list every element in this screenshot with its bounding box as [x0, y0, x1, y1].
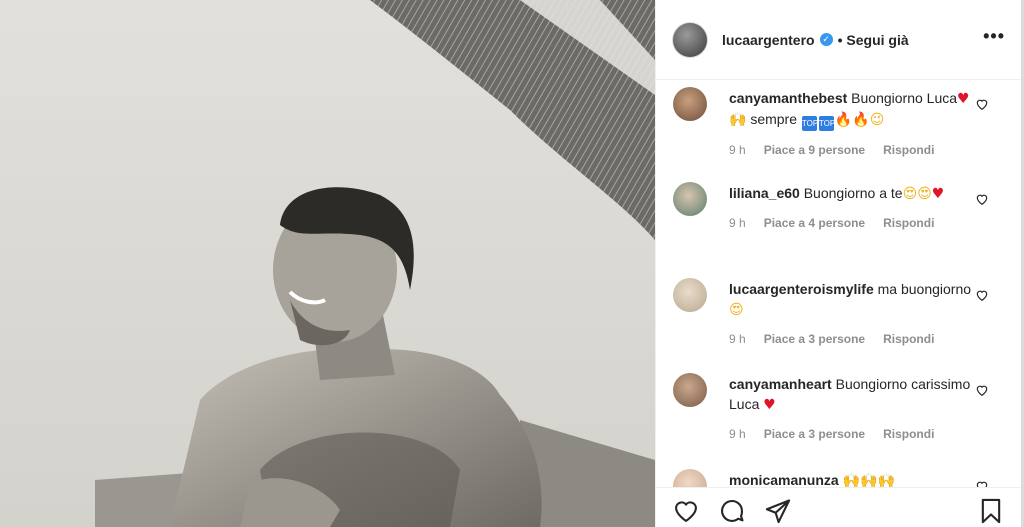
- post-image: [0, 0, 655, 527]
- comment-item: canyamanthebest Buongiorno Luca♥ 🙌 sempre…: [656, 81, 1021, 176]
- author-avatar[interactable]: [672, 21, 708, 58]
- comment-text: liliana_e60 Buongiorno a te😍😍♥: [729, 176, 977, 204]
- heart-outline-icon[interactable]: [672, 497, 700, 525]
- small-heart-icon[interactable]: [975, 192, 989, 206]
- author-username[interactable]: lucaargentero: [722, 32, 815, 48]
- comment-likes[interactable]: Piace a 3 persone: [764, 332, 865, 346]
- more-options-icon[interactable]: •••: [983, 26, 1005, 53]
- fire-icon: 🔥: [852, 112, 870, 128]
- verified-icon: ✓: [819, 33, 833, 46]
- comment-username[interactable]: canyamanheart: [729, 376, 832, 392]
- heart-eyes-icon: 😍: [729, 302, 744, 318]
- comment-likes[interactable]: Piace a 3 persone: [764, 427, 865, 441]
- follow-status-label: Segui già: [846, 31, 909, 48]
- comment-body: Buongiorno Luca: [851, 90, 958, 106]
- comment-text: canyamanheart Buongiorno carissimo Luca …: [729, 367, 977, 415]
- post-photo[interactable]: [0, 0, 655, 527]
- reply-button[interactable]: Rispondi: [883, 143, 934, 157]
- raised-hands-icon: 🙌: [729, 112, 747, 128]
- reply-button[interactable]: Rispondi: [883, 216, 934, 230]
- comment-text: canyamanthebest Buongiorno Luca♥ 🙌 sempre…: [729, 81, 977, 131]
- top-badge-icon: TOP: [801, 116, 818, 131]
- comment-body-2: sempre: [746, 111, 801, 127]
- heart-eyes-icon: 😍: [917, 186, 932, 202]
- comment-meta: 9 h Piace a 4 persone Rispondi: [729, 216, 977, 230]
- raised-hands-icon: 🙌: [877, 473, 895, 487]
- comment-body: ma buongiorno: [877, 281, 972, 297]
- comment-text: monicamanunza 🙌🙌🙌: [729, 463, 977, 487]
- commenter-avatar[interactable]: [673, 469, 707, 487]
- comment-bubble-icon[interactable]: [718, 497, 746, 525]
- comments-list[interactable]: canyamanthebest Buongiorno Luca♥🙌 sempre…: [656, 81, 1021, 487]
- comment-username[interactable]: liliana_e60: [729, 185, 800, 201]
- post-sidebar: lucaargentero ✓ • Segui già ••• canyaman…: [655, 0, 1022, 527]
- comment-meta: 9 h Piace a 3 persone Rispondi: [729, 427, 977, 441]
- comment-likes[interactable]: Piace a 9 persone: [764, 143, 865, 157]
- small-heart-icon[interactable]: [975, 383, 989, 397]
- comment-item: canyamanheart Buongiorno carissimo Luca …: [656, 367, 1021, 463]
- comment-meta: 9 h Piace a 3 persone Rispondi: [729, 332, 977, 346]
- small-heart-icon[interactable]: [975, 97, 989, 111]
- heart-eyes-icon: 😍: [902, 186, 918, 202]
- comment-likes[interactable]: Piace a 4 persone: [764, 216, 865, 230]
- commenter-avatar[interactable]: [673, 278, 707, 312]
- red-heart-icon: ♥: [763, 397, 776, 413]
- commenter-avatar[interactable]: [673, 182, 707, 216]
- bookmark-icon[interactable]: [977, 497, 1005, 525]
- commenter-avatar[interactable]: [673, 87, 707, 121]
- red-heart-icon: ♥: [931, 186, 945, 202]
- paper-plane-icon[interactable]: [764, 497, 792, 525]
- comment-username[interactable]: canyamanthebest: [729, 90, 847, 106]
- comment-username[interactable]: monicamanunza: [729, 472, 839, 487]
- comment-meta: 9 h Piace a 9 persone Rispondi: [729, 143, 977, 157]
- comment-body: Buongiorno a te: [803, 185, 903, 201]
- comment-item: monicamanunza 🙌🙌🙌: [656, 463, 1021, 487]
- comment-username[interactable]: lucaargenteroismylife: [729, 281, 874, 297]
- comment-time[interactable]: 9 h: [729, 216, 746, 230]
- comment-time[interactable]: 9 h: [729, 332, 746, 346]
- raised-hands-icon: 🙌: [842, 473, 861, 487]
- commenter-avatar[interactable]: [673, 373, 707, 407]
- reply-button[interactable]: Rispondi: [883, 427, 934, 441]
- comment-time[interactable]: 9 h: [729, 143, 746, 157]
- reply-button[interactable]: Rispondi: [883, 332, 934, 346]
- fire-icon: 🔥: [834, 112, 853, 128]
- raised-hands-icon: 🙌: [860, 473, 878, 487]
- comment-item: lucaargenteroismylife ma buongiorno 😍 9 …: [656, 272, 1021, 367]
- top-badge-icon: TOP: [818, 116, 835, 131]
- wink-icon: 😉: [869, 112, 885, 128]
- post-header: lucaargentero ✓ • Segui già •••: [656, 0, 1021, 80]
- small-heart-icon[interactable]: [975, 288, 989, 302]
- post-actions-bar: [656, 487, 1021, 527]
- red-heart-icon: ♥: [957, 91, 970, 107]
- comment-time[interactable]: 9 h: [729, 427, 746, 441]
- small-heart-icon[interactable]: [975, 479, 989, 487]
- comment-text: lucaargenteroismylife ma buongiorno 😍: [729, 272, 977, 320]
- comment-item: liliana_e60 Buongiorno a te😍😍♥ 9 h Piace…: [656, 176, 1021, 272]
- follow-status[interactable]: • Segui già: [838, 32, 909, 48]
